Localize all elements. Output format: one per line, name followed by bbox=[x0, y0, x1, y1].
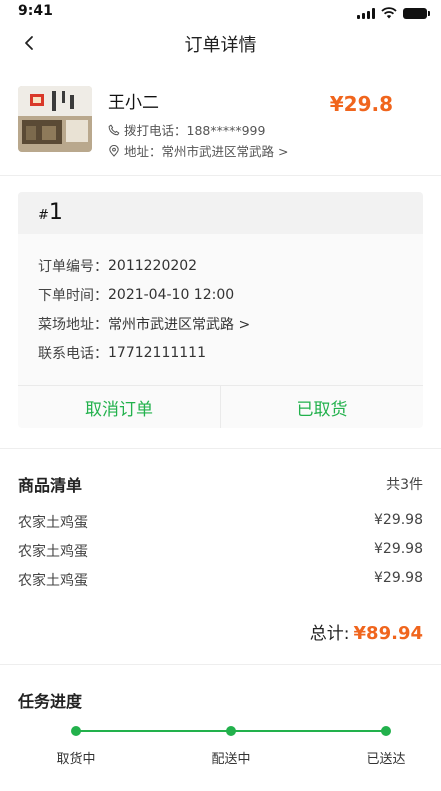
order-id-row: 订单编号： 2011220202 bbox=[38, 256, 197, 276]
order-total: 总计: ¥89.94 bbox=[310, 619, 423, 644]
shop-name: 王小二 bbox=[108, 93, 159, 113]
progress-step-dot-pickup bbox=[71, 726, 81, 736]
order-time-value: 2021-04-10 12:00 bbox=[108, 287, 235, 303]
goods-list-title: 商品清单 bbox=[18, 476, 83, 495]
goods-item-price: ¥29.98 bbox=[374, 512, 423, 528]
list-item: 农家土鸡蛋 ¥29.98 bbox=[18, 541, 423, 561]
order-time-row: 下单时间： 2021-04-10 12:00 bbox=[38, 285, 234, 305]
goods-count: 共3件 bbox=[386, 477, 423, 493]
order-time-label: 下单时间： bbox=[38, 288, 108, 304]
shop-photo bbox=[18, 86, 92, 152]
goods-item-name: 农家土鸡蛋 bbox=[18, 515, 88, 531]
nav-bar: 订单详情 bbox=[0, 26, 441, 62]
market-address-row[interactable]: 菜场地址： 常州市武进区常武路 > bbox=[38, 314, 250, 334]
battery-icon bbox=[403, 7, 430, 19]
signal-icon bbox=[357, 7, 375, 19]
progress-title: 任务进度 bbox=[18, 692, 83, 711]
contact-phone-label: 联系电话： bbox=[38, 346, 108, 362]
status-time: 9:41 bbox=[18, 3, 53, 19]
order-sequence-number: #1 bbox=[38, 200, 63, 225]
shop-phone-text: 拨打电话：188*****999 bbox=[124, 123, 266, 138]
order-actions: 取消订单 已取货 bbox=[18, 385, 423, 428]
divider bbox=[0, 664, 441, 665]
progress-step-delivering: 配送中 bbox=[211, 752, 251, 767]
status-icons bbox=[357, 6, 430, 20]
goods-item-price: ¥29.98 bbox=[374, 570, 423, 586]
order-number: 1 bbox=[48, 200, 63, 225]
order-number-prefix: # bbox=[38, 208, 49, 223]
order-id-value: 2011220202 bbox=[108, 258, 198, 274]
total-value: ¥89.94 bbox=[353, 623, 423, 644]
contact-phone-value: 17712111111 bbox=[108, 345, 206, 361]
total-label: 总计: bbox=[309, 624, 350, 644]
cancel-order-button[interactable]: 取消订单 bbox=[18, 386, 220, 428]
market-address-value: 常州市武进区常武路 > bbox=[108, 317, 251, 333]
contact-phone-row: 联系电话： 17712111111 bbox=[38, 343, 206, 363]
page-title: 订单详情 bbox=[184, 35, 257, 56]
status-bar: 9:41 bbox=[0, 0, 441, 26]
market-address-label: 菜场地址： bbox=[38, 317, 108, 333]
divider bbox=[0, 175, 441, 176]
shop-price: ¥29.8 bbox=[329, 92, 393, 116]
shop-address-link[interactable]: 地址：常州市武进区常武路 > bbox=[108, 141, 288, 160]
wifi-icon bbox=[381, 7, 397, 19]
picked-up-button[interactable]: 已取货 bbox=[220, 386, 423, 428]
progress-step-dot-delivered bbox=[381, 726, 391, 736]
goods-item-name: 农家土鸡蛋 bbox=[18, 544, 88, 560]
progress-step-dot-delivering bbox=[226, 726, 236, 736]
progress-step-delivered: 已送达 bbox=[366, 752, 406, 767]
divider bbox=[0, 448, 441, 449]
list-item: 农家土鸡蛋 ¥29.98 bbox=[18, 512, 423, 532]
order-card: #1 订单编号： 2011220202 下单时间： 2021-04-10 12:… bbox=[18, 192, 423, 428]
shop-address-text: 地址：常州市武进区常武路 > bbox=[124, 144, 289, 159]
goods-item-name: 农家土鸡蛋 bbox=[18, 573, 88, 589]
call-phone-link[interactable]: 拨打电话：188*****999 bbox=[108, 120, 265, 139]
shop-header: 王小二 ¥29.8 拨打电话：188*****999 地址：常州市武进区常武路 … bbox=[0, 80, 441, 174]
progress-step-pickup: 取货中 bbox=[56, 752, 96, 767]
phone-icon bbox=[108, 124, 120, 135]
goods-item-price: ¥29.98 bbox=[374, 541, 423, 557]
location-icon bbox=[109, 144, 119, 157]
list-item: 农家土鸡蛋 ¥29.98 bbox=[18, 570, 423, 590]
order-card-header: #1 bbox=[18, 192, 423, 234]
order-id-label: 订单编号： bbox=[38, 259, 108, 275]
